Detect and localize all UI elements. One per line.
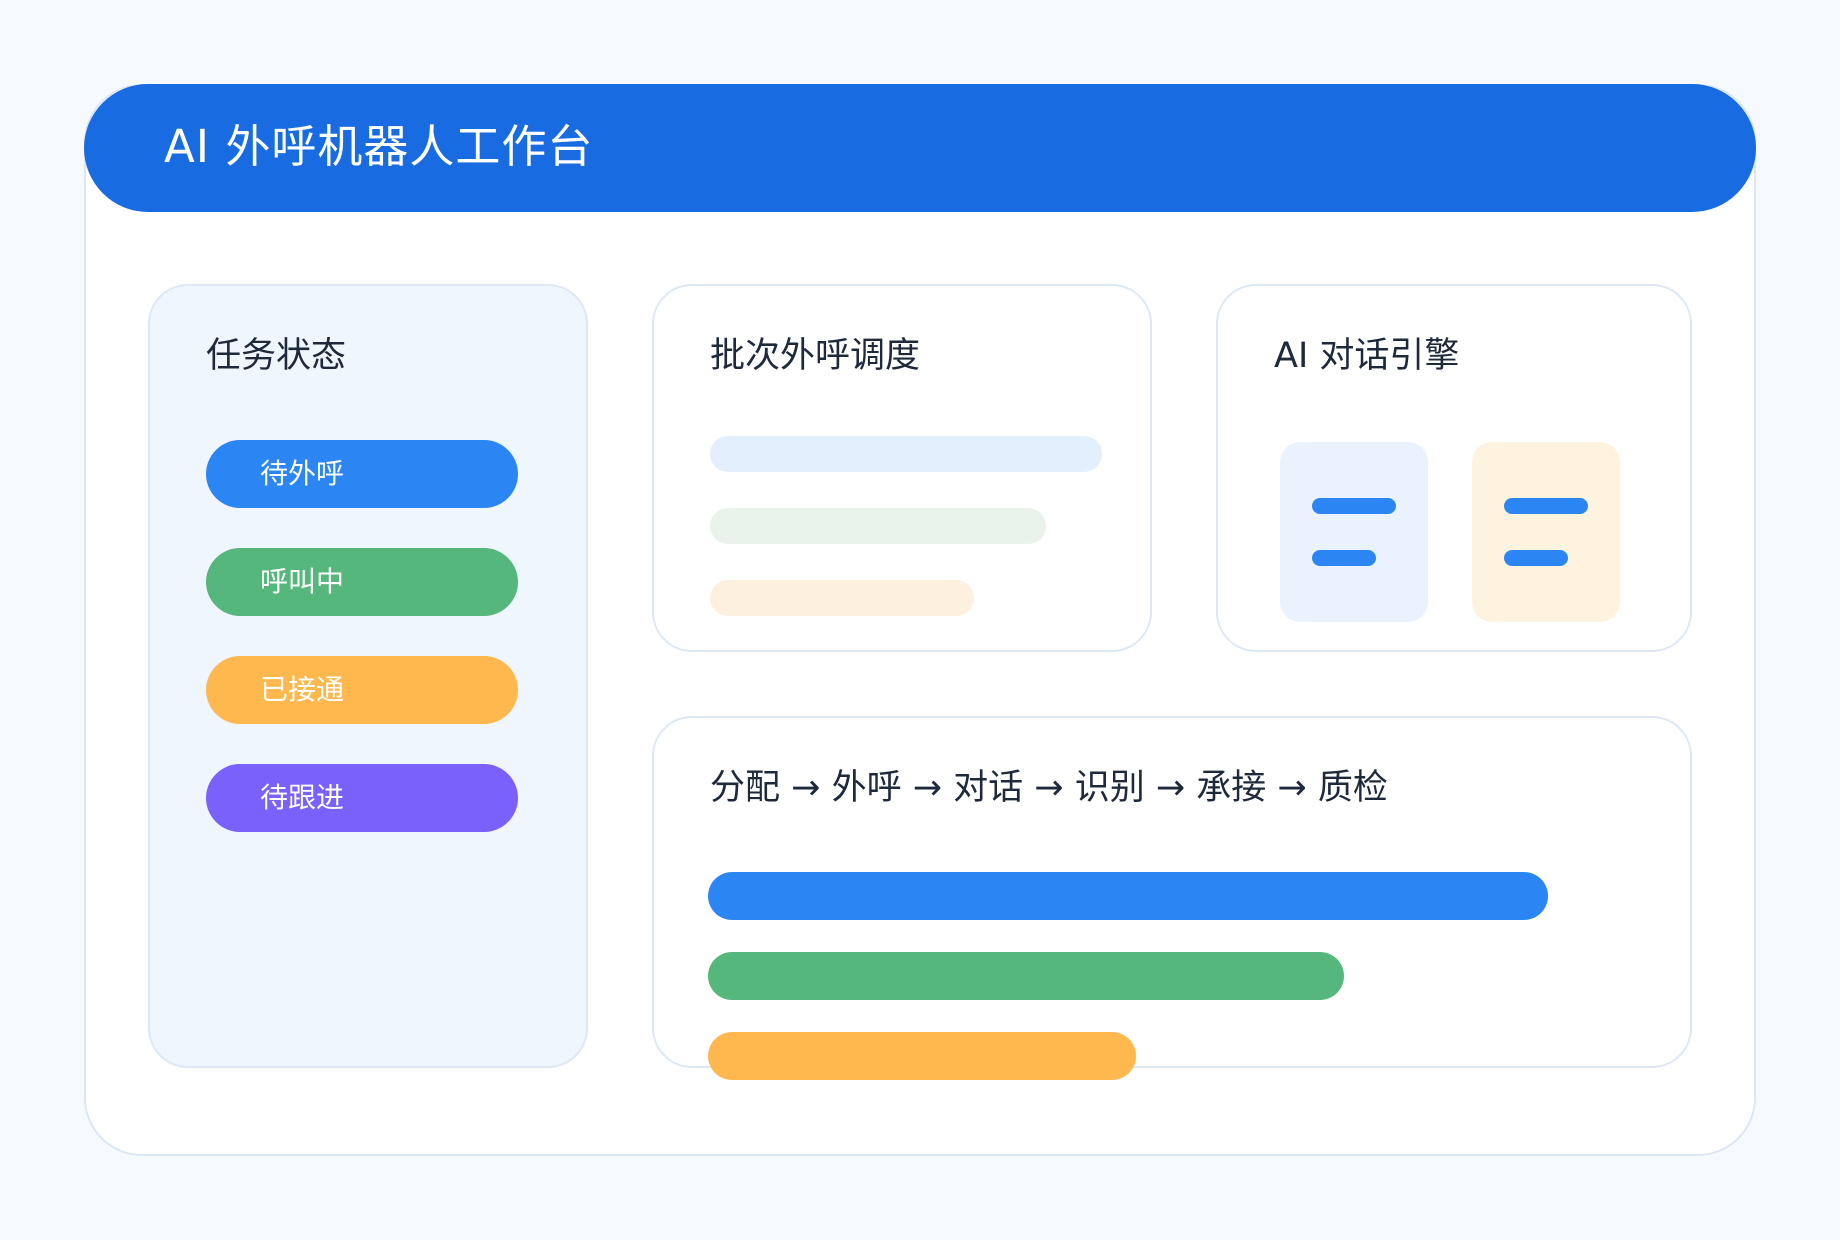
placeholder-line bbox=[710, 436, 1102, 472]
status-pill-label: 呼叫中 bbox=[260, 565, 345, 598]
task-status-title: 任务状态 bbox=[206, 336, 347, 376]
batch-dispatch-card[interactable]: 批次外呼调度 bbox=[652, 284, 1152, 652]
task-status-card: 任务状态 待外呼 呼叫中 已接通 待跟进 bbox=[148, 284, 588, 1068]
header-bar: AI 外呼机器人工作台 bbox=[84, 84, 1756, 212]
page-background: AI 外呼机器人工作台 任务状态 待外呼 呼叫中 已接通 待跟进 批次外呼调度 … bbox=[0, 0, 1840, 1240]
text-line bbox=[1312, 550, 1376, 566]
status-pill-label: 待跟进 bbox=[260, 781, 345, 814]
chat-bubble-icon bbox=[1472, 442, 1620, 622]
status-pill-label: 待外呼 bbox=[260, 457, 345, 490]
text-line bbox=[1504, 498, 1588, 514]
ai-dialogue-engine-card[interactable]: AI 对话引擎 bbox=[1216, 284, 1692, 652]
placeholder-line bbox=[710, 580, 974, 616]
workflow-title: 分配 → 外呼 → 对话 → 识别 → 承接 → 质检 bbox=[710, 768, 1388, 808]
chat-bubble-icon bbox=[1280, 442, 1428, 622]
workflow-progress-bar-1 bbox=[708, 872, 1548, 920]
status-pill-label: 已接通 bbox=[260, 673, 345, 706]
workflow-progress-bar-2 bbox=[708, 952, 1344, 1000]
status-pill-follow-up[interactable]: 待跟进 bbox=[206, 764, 518, 832]
text-line bbox=[1312, 498, 1396, 514]
page-title: AI 外呼机器人工作台 bbox=[164, 120, 594, 173]
status-pill-pending-call[interactable]: 待外呼 bbox=[206, 440, 518, 508]
workflow-progress-bar-3 bbox=[708, 1032, 1136, 1080]
text-line bbox=[1504, 550, 1568, 566]
status-pill-calling[interactable]: 呼叫中 bbox=[206, 548, 518, 616]
status-pill-connected[interactable]: 已接通 bbox=[206, 656, 518, 724]
placeholder-line bbox=[710, 508, 1046, 544]
batch-dispatch-title: 批次外呼调度 bbox=[710, 336, 921, 376]
ai-dialogue-engine-title: AI 对话引擎 bbox=[1274, 336, 1460, 376]
